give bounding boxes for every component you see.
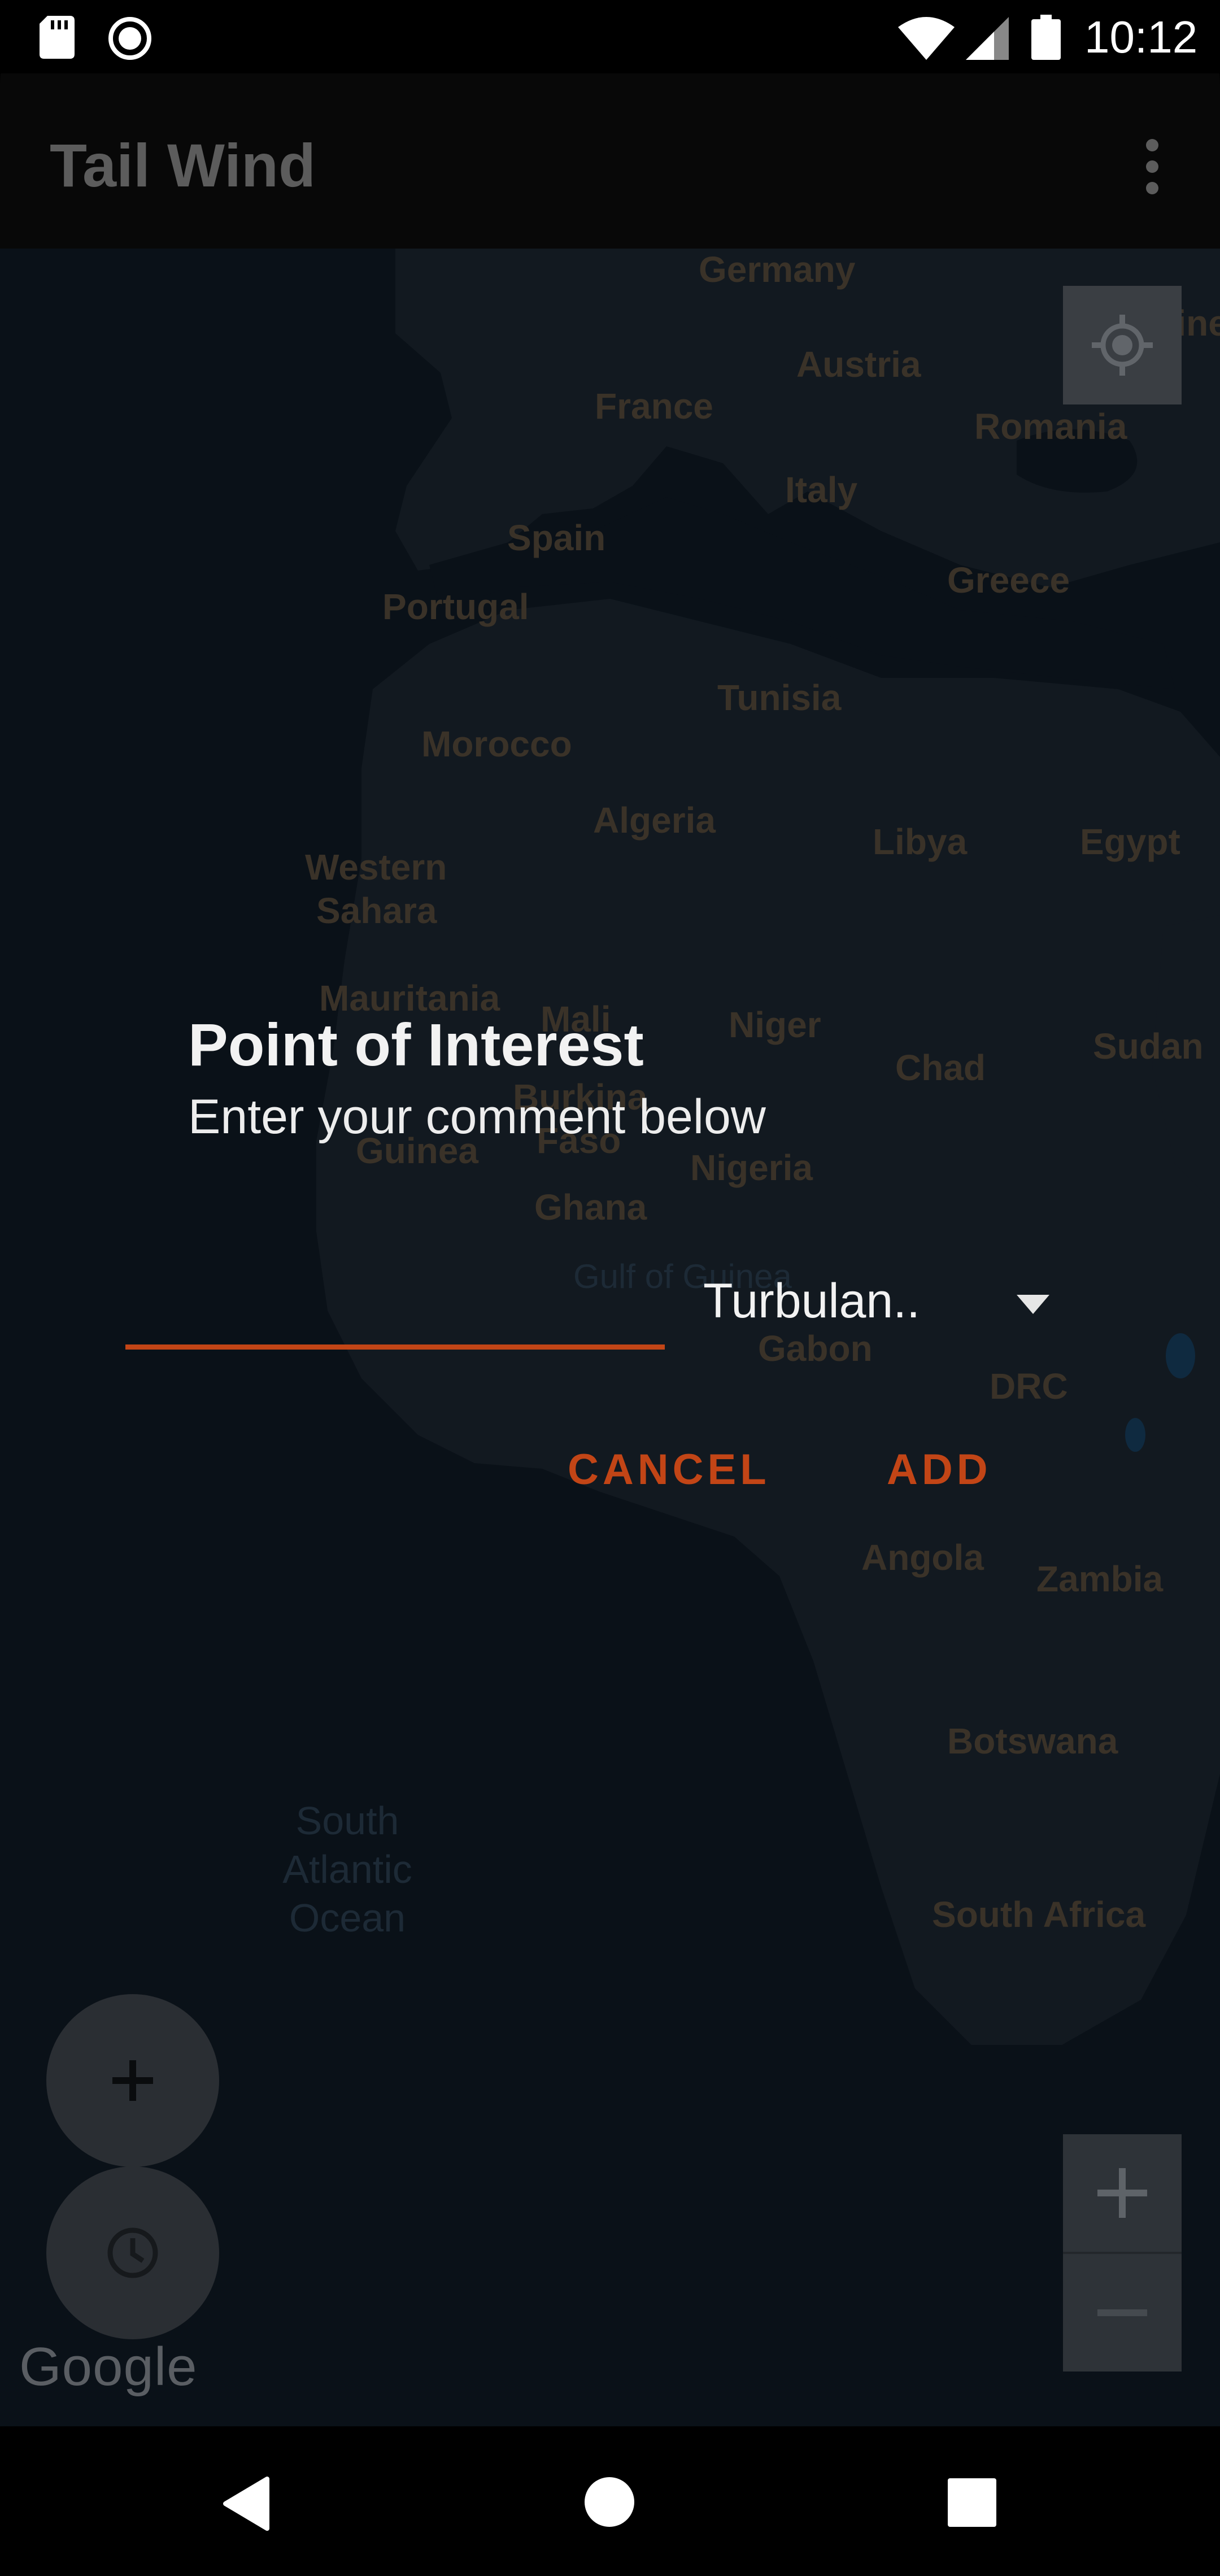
chevron-down-icon xyxy=(1017,1295,1049,1314)
recents-icon[interactable] xyxy=(948,2478,996,2527)
dialog-message: Enter your comment below xyxy=(188,1090,766,1144)
navigation-bar xyxy=(0,2426,1220,2576)
comment-input-underline xyxy=(125,1344,665,1350)
category-dropdown[interactable]: Turbulan.. xyxy=(695,1265,1068,1344)
add-button[interactable]: ADD xyxy=(887,1445,992,1494)
category-selected-value: Turbulan.. xyxy=(703,1274,921,1328)
dialog-title: Point of Interest xyxy=(188,1012,644,1078)
device-screen: 10:12 Tail Wind Germany Austria France R… xyxy=(0,0,1220,2576)
comment-input[interactable] xyxy=(125,1232,667,1346)
back-icon[interactable] xyxy=(222,2475,276,2532)
point-of-interest-dialog: Point of Interest Enter your comment bel… xyxy=(0,0,1220,2576)
home-icon[interactable] xyxy=(583,2476,635,2528)
cancel-button[interactable]: CANCEL xyxy=(568,1445,770,1494)
